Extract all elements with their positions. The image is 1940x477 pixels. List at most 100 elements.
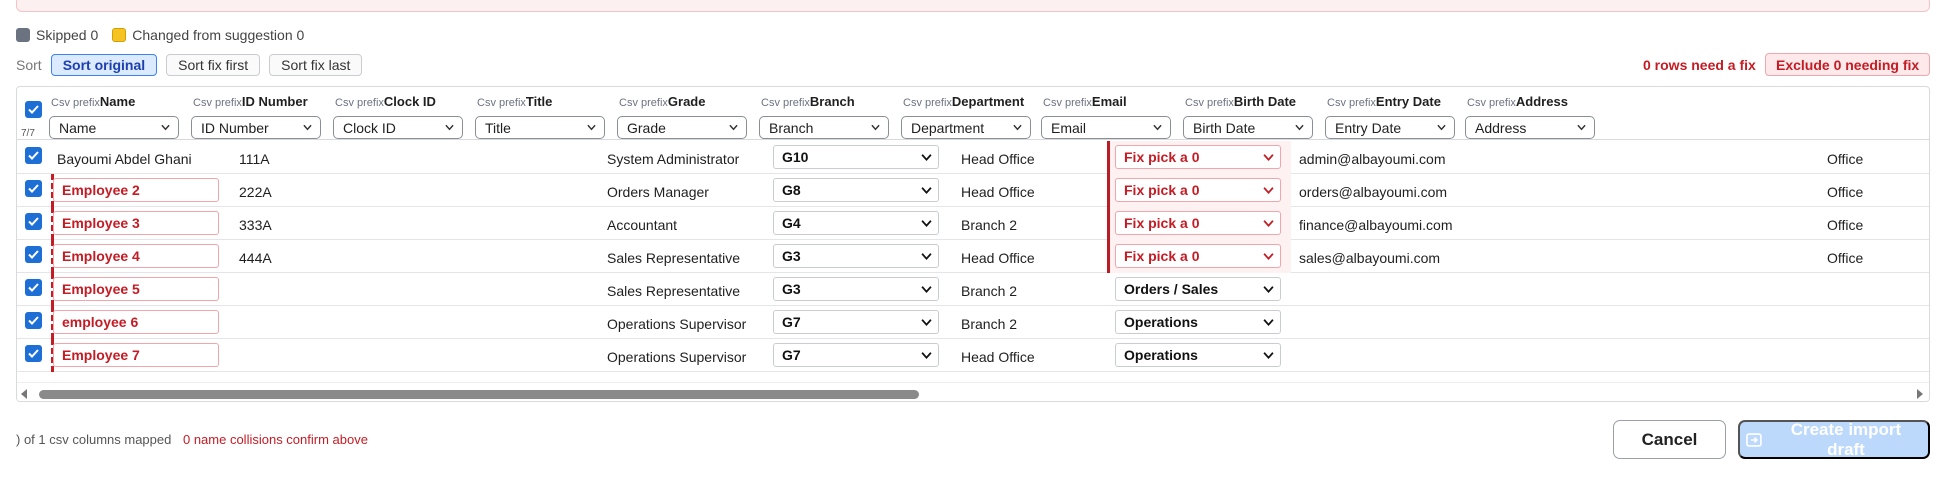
column-mapping-select[interactable]: Name: [49, 116, 179, 139]
row-checkbox[interactable]: [25, 147, 42, 164]
grade-select[interactable]: G3: [773, 277, 939, 301]
branch-cell: Head Office: [961, 349, 1035, 365]
column-mapping-value: Clock ID: [343, 119, 396, 136]
column-mapping-select[interactable]: Email: [1041, 116, 1171, 139]
sort-bar: Sort Sort original Sort fix first Sort f…: [16, 53, 371, 77]
name-input[interactable]: Employee 2: [53, 178, 219, 202]
error-banner: [16, 0, 1930, 12]
horizontal-scrollbar[interactable]: [17, 382, 1929, 401]
sort-fix-last-button[interactable]: Sort fix last: [269, 54, 363, 76]
csv-prefix: Csv prefix: [903, 97, 952, 109]
column-mapping-select[interactable]: Grade: [617, 116, 747, 139]
exclude-needing-fix-button[interactable]: Exclude 0 needing fix: [1765, 53, 1931, 76]
column-mapping-select[interactable]: Branch: [759, 116, 889, 139]
department-value: Operations: [1124, 314, 1198, 330]
chevron-down-icon: [1263, 286, 1274, 294]
column-header-9: Csv prefixEntry Date: [1327, 94, 1441, 109]
department-select[interactable]: Operations: [1115, 310, 1281, 334]
chevron-down-icon: [1263, 187, 1274, 195]
column-mapping-value: Address: [1475, 119, 1527, 136]
column-mapping-select[interactable]: Clock ID: [333, 116, 463, 139]
grade-select[interactable]: G8: [773, 178, 939, 202]
sort-original-button[interactable]: Sort original: [50, 54, 158, 76]
name-input[interactable]: Employee 7: [53, 343, 219, 367]
department-fix-marker: [1107, 240, 1110, 273]
scrollbar-thumb[interactable]: [39, 390, 919, 399]
row-checkbox[interactable]: [25, 345, 42, 362]
chevron-down-icon: [1013, 124, 1022, 131]
column-mapping-select[interactable]: Birth Date: [1183, 116, 1313, 139]
column-mapping-select[interactable]: Entry Date: [1325, 116, 1455, 139]
column-header-1: Csv prefixID Number: [193, 94, 308, 109]
column-header-4: Csv prefixGrade: [619, 94, 705, 109]
email-cell: admin@albayoumi.com: [1299, 151, 1446, 167]
name-input[interactable]: employee 6: [53, 310, 219, 334]
row-checkbox[interactable]: [25, 213, 42, 230]
department-select[interactable]: Fix pick a 0: [1115, 145, 1281, 169]
import-table: 7/7 Csv prefixName Name Csv prefixID Numbe…: [16, 86, 1930, 402]
department-select[interactable]: Operations: [1115, 343, 1281, 367]
name-input[interactable]: Employee 4: [53, 244, 219, 268]
column-mapping-value: Branch: [769, 119, 814, 136]
name-input[interactable]: Employee 5: [53, 277, 219, 301]
row-checkbox[interactable]: [25, 279, 42, 296]
grade-select[interactable]: G10: [773, 145, 939, 169]
column-name: Address: [1515, 94, 1568, 109]
row-checkbox[interactable]: [25, 312, 42, 329]
csv-prefix: Csv prefix: [477, 97, 526, 109]
department-select[interactable]: Fix pick a 0: [1115, 244, 1281, 268]
name-input[interactable]: Employee 3: [53, 211, 219, 235]
name-collisions-text: 0 name collisions confirm above: [182, 432, 368, 447]
csv-prefix: Csv prefix: [619, 97, 668, 109]
address-cell: Office: [1827, 151, 1864, 167]
column-mapping-select[interactable]: Title: [475, 116, 605, 139]
id-number-cell: 111A: [239, 151, 270, 167]
column-mapping-value: ID Number: [201, 119, 269, 136]
department-select[interactable]: Fix pick a 0: [1115, 211, 1281, 235]
department-value: Operations: [1124, 347, 1198, 363]
branch-cell: Branch 2: [961, 217, 1018, 233]
column-mapping-select[interactable]: Department: [901, 116, 1031, 139]
grade-select[interactable]: G7: [773, 343, 939, 367]
cancel-button[interactable]: Cancel: [1613, 420, 1726, 459]
sort-fix-first-button[interactable]: Sort fix first: [166, 54, 261, 76]
email-cell: orders@albayoumi.com: [1299, 184, 1448, 200]
column-header-7: Csv prefixEmail: [1043, 94, 1127, 109]
grade-select[interactable]: G4: [773, 211, 939, 235]
title-cell: Orders Manager: [607, 184, 709, 200]
table-row: employee 6 Operations Supervisor G7 Branch …: [17, 306, 1929, 339]
chevron-down-icon: [587, 124, 596, 131]
column-mapping-value: Email: [1051, 119, 1087, 136]
department-select[interactable]: Orders / Sales: [1115, 277, 1281, 301]
scroll-right-arrow-icon[interactable]: [1917, 389, 1923, 399]
column-mapping-select[interactable]: ID Number: [191, 116, 321, 139]
column-mapping-select[interactable]: Address: [1465, 116, 1595, 139]
chevron-down-icon: [921, 187, 932, 195]
department-value: Fix pick a 0: [1124, 248, 1200, 264]
table-row: Employee 3 333A Accountant G4 Branch 2 Fix pi…: [17, 207, 1929, 240]
sort-label: Sort: [16, 57, 42, 73]
legend: Skipped 0 Changed from suggestion 0: [16, 26, 304, 44]
grade-value: G4: [782, 215, 801, 231]
grade-value: G10: [782, 149, 809, 165]
column-header-6: Csv prefixDepartment: [903, 94, 1024, 109]
chevron-down-icon: [1577, 124, 1586, 131]
department-select[interactable]: Fix pick a 0: [1115, 178, 1281, 202]
grade-select[interactable]: G3: [773, 244, 939, 268]
table-row: Employee 5 Sales Representative G3 Branch 2…: [17, 273, 1929, 306]
csv-prefix: Csv prefix: [1043, 97, 1092, 109]
create-import-draft-label: Create import draft: [1790, 419, 1902, 459]
create-import-draft-button[interactable]: Create import draft: [1738, 420, 1930, 459]
title-cell: Accountant: [607, 217, 678, 233]
row-checkbox[interactable]: [25, 246, 42, 263]
table-row: Employee 7 Operations Supervisor G7 Head Of…: [17, 339, 1929, 372]
column-name: Grade: [667, 94, 706, 109]
table-row: Employee 4 444A Sales Representative G3 Head…: [17, 240, 1929, 273]
column-name: Branch: [809, 94, 855, 109]
grade-select[interactable]: G7: [773, 310, 939, 334]
row-checkbox[interactable]: [25, 180, 42, 197]
branch-cell: Branch 2: [961, 316, 1018, 332]
chevron-down-icon: [161, 124, 170, 131]
scroll-left-arrow-icon[interactable]: [21, 389, 27, 399]
chevron-down-icon: [1295, 124, 1304, 131]
